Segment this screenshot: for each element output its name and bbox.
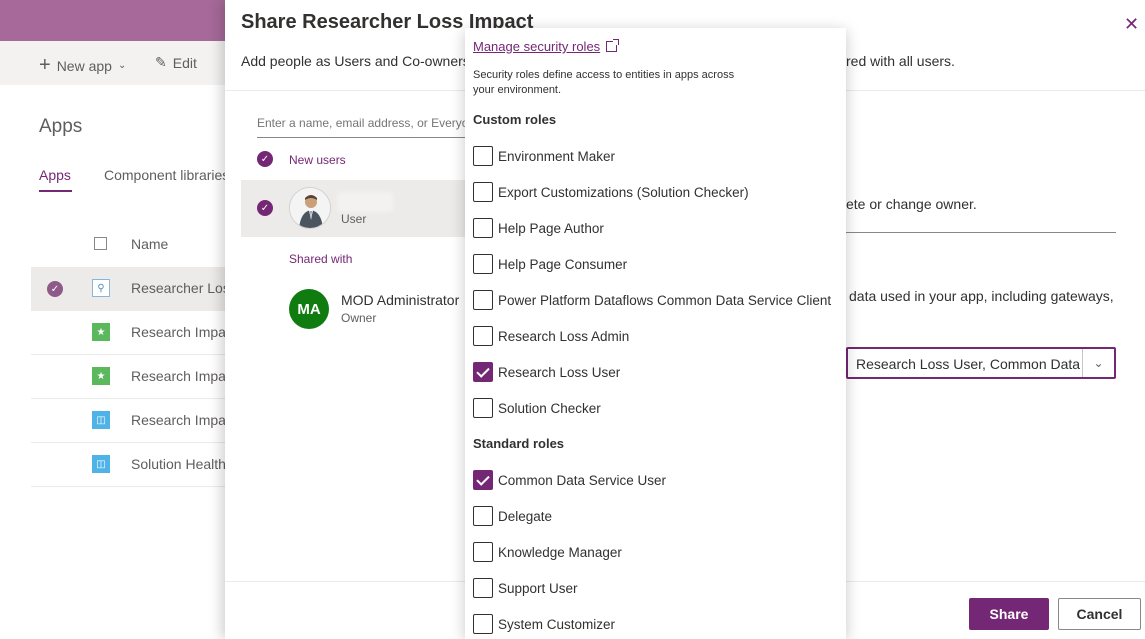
role-option[interactable]: Knowledge Manager — [473, 540, 622, 564]
selected-roles-value: Research Loss User, Common Data Service … — [856, 356, 1081, 372]
role-option[interactable]: Environment Maker — [473, 144, 615, 168]
role-label: Support User — [498, 580, 578, 596]
people-search-input[interactable] — [257, 108, 477, 138]
panel-subtitle-tail: red with all users. — [846, 53, 955, 69]
role-label: Common Data Service User — [498, 472, 667, 488]
role-checkbox[interactable] — [473, 182, 493, 202]
user-name-redacted — [337, 192, 393, 212]
file-type-icon — [94, 237, 107, 250]
role-label: Power Platform Dataflows Common Data Ser… — [498, 292, 832, 308]
table-row[interactable]: ✓ ⚲ Researcher Loss Impact — [31, 267, 283, 311]
app-icon: ⚲ — [92, 279, 110, 297]
role-option[interactable]: Research Loss User — [473, 360, 620, 384]
role-checkbox[interactable] — [473, 542, 493, 562]
new-users-check-icon[interactable]: ✓ — [257, 151, 273, 167]
table-row[interactable]: ★ Research Impact — [31, 311, 237, 355]
role-label: Environment Maker — [498, 148, 616, 164]
owner-role: Owner — [341, 311, 377, 325]
role-label: System Customizer — [498, 616, 616, 632]
chevron-down-icon: ⌄ — [117, 60, 127, 71]
table-row[interactable]: ◫ Solution Health — [31, 443, 231, 487]
role-option[interactable]: Research Loss Admin — [473, 324, 629, 348]
divider — [846, 232, 1116, 233]
star-app-icon: ★ — [92, 323, 110, 341]
role-option[interactable]: Export Customizations (Solution Checker) — [473, 180, 749, 204]
chevron-down-icon[interactable]: ⌄ — [1082, 349, 1114, 377]
role-option[interactable]: Help Page Consumer — [473, 252, 627, 276]
pencil-icon: ✎ — [155, 54, 167, 70]
role-label: Export Customizations (Solution Checker) — [498, 184, 749, 200]
column-header-name[interactable]: Name — [131, 236, 168, 252]
role-label: Help Page Author — [498, 220, 604, 236]
user-check-icon[interactable]: ✓ — [257, 200, 273, 216]
cancel-button[interactable]: Cancel — [1058, 598, 1141, 630]
role-checkbox[interactable] — [473, 146, 493, 166]
role-checkbox[interactable] — [473, 506, 493, 526]
role-label: Knowledge Manager — [498, 544, 622, 560]
page-title: Apps — [39, 116, 83, 137]
star-app-icon: ★ — [92, 367, 110, 385]
share-button[interactable]: Share — [969, 598, 1049, 630]
standard-roles-heading: Standard roles — [473, 436, 565, 451]
role-option[interactable]: Solution Checker — [473, 396, 601, 420]
role-option[interactable]: Power Platform Dataflows Common Data Ser… — [473, 288, 831, 312]
owner-name: MOD Administrator — [341, 292, 460, 308]
manage-security-roles-link[interactable]: Manage security roles — [473, 39, 620, 54]
role-checkbox[interactable] — [473, 218, 493, 238]
table-row[interactable]: ★ Research Impact — [31, 355, 237, 399]
role-checkbox[interactable] — [473, 614, 493, 634]
role-option[interactable]: Common Data Service User — [473, 468, 666, 492]
new-users-label: New users — [289, 153, 346, 167]
plus-icon: + — [39, 54, 51, 76]
roles-description: Security roles define access to entities… — [473, 69, 735, 96]
model-app-icon: ◫ — [92, 455, 110, 473]
new-app-button[interactable]: + New app ⌄ — [39, 54, 126, 77]
edit-button[interactable]: ✎ Edit — [155, 54, 197, 71]
role-option[interactable]: Delegate — [473, 504, 552, 528]
tab-component-libraries[interactable]: Component libraries — [104, 167, 229, 183]
user-role: User — [341, 212, 367, 226]
role-label: Research Loss User — [498, 364, 621, 380]
role-label: Research Loss Admin — [498, 328, 630, 344]
role-checkbox[interactable] — [473, 398, 493, 418]
close-icon[interactable]: ✕ — [1124, 14, 1139, 35]
tab-apps[interactable]: Apps — [39, 167, 71, 183]
role-checkbox[interactable] — [473, 578, 493, 598]
role-option[interactable]: Help Page Author — [473, 216, 604, 240]
custom-roles-heading: Custom roles — [473, 112, 557, 127]
role-checkbox[interactable] — [473, 326, 493, 346]
role-label: Solution Checker — [498, 400, 601, 416]
selected-check-icon: ✓ — [47, 281, 63, 297]
data-permissions-text: data used in your app, including gateway… — [849, 288, 1114, 304]
external-link-icon — [606, 39, 620, 52]
owner-info-text: ete or change owner. — [846, 196, 977, 212]
role-label: Help Page Consumer — [498, 256, 628, 272]
role-checkbox[interactable] — [473, 254, 493, 274]
security-role-dropdown[interactable]: Research Loss User, Common Data Service … — [846, 347, 1116, 379]
panel-subtitle: Add people as Users and Co-owners — [241, 53, 470, 69]
role-checkbox[interactable] — [473, 470, 493, 490]
role-option[interactable]: Support User — [473, 576, 578, 600]
role-checkbox[interactable] — [473, 290, 493, 310]
role-checkbox[interactable] — [473, 362, 493, 382]
avatar — [289, 187, 331, 229]
table-row[interactable]: ◫ Research Impact — [31, 399, 237, 443]
model-app-icon: ◫ — [92, 411, 110, 429]
security-roles-menu: Manage security roles Security roles def… — [465, 28, 846, 639]
shared-with-label: Shared with — [289, 252, 353, 266]
owner-avatar: MA — [289, 289, 329, 329]
role-option[interactable]: System Customizer — [473, 612, 615, 636]
role-label: Delegate — [498, 508, 553, 524]
tab-underline — [39, 190, 72, 192]
